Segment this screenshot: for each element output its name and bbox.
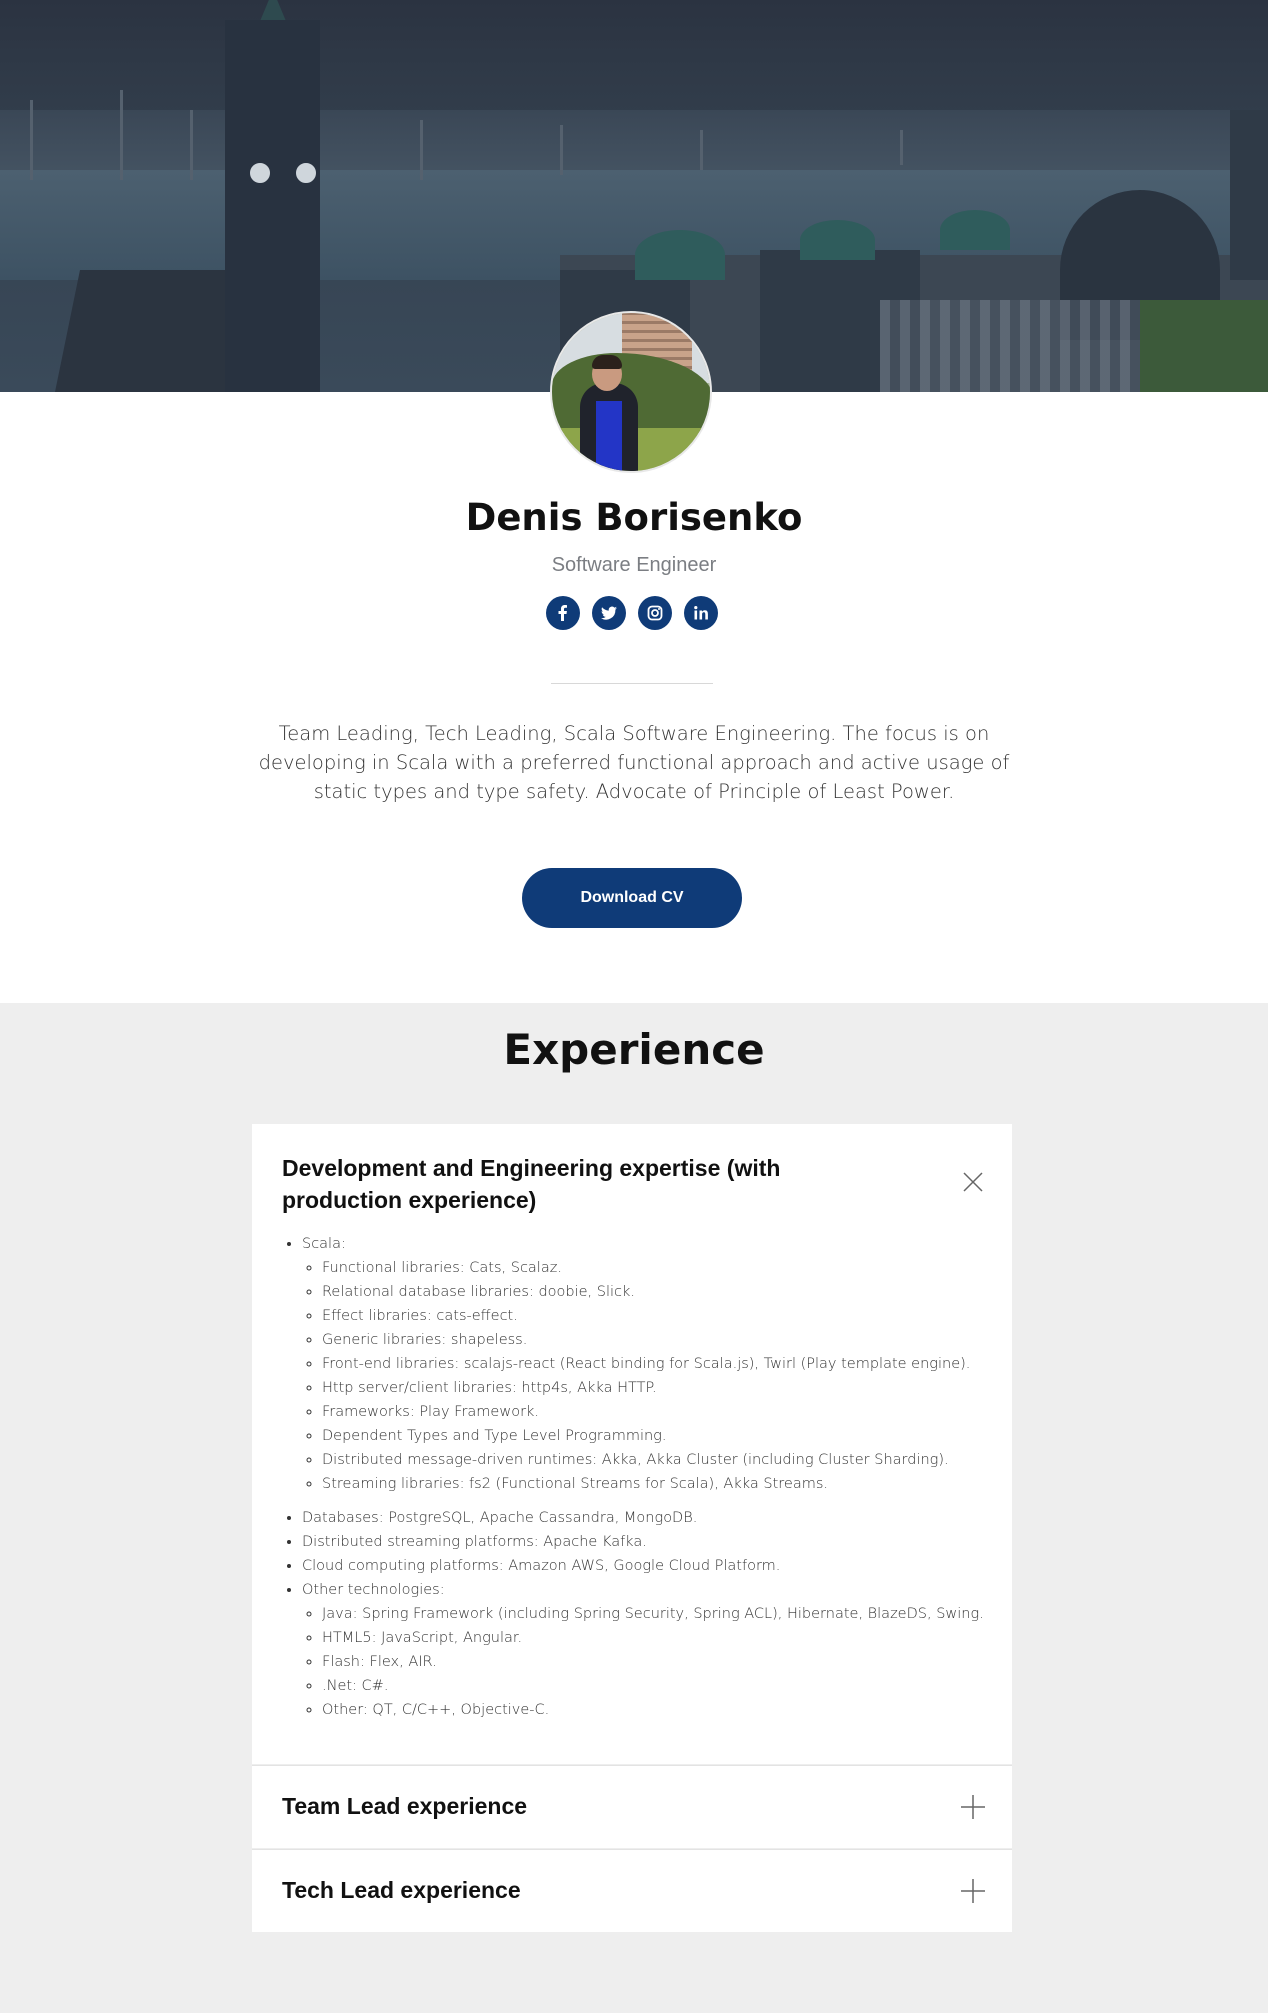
list-item: HTML5: JavaScript, Angular. <box>322 1626 1002 1650</box>
list-item: Relational database libraries: doobie, S… <box>322 1280 1002 1304</box>
accordion-title[interactable]: Team Lead experience <box>282 1793 527 1820</box>
profile-avatar <box>550 311 712 473</box>
list-item: Cloud computing platforms: Amazon AWS, G… <box>302 1554 1002 1578</box>
list-item: Generic libraries: shapeless. <box>322 1328 1002 1352</box>
instagram-icon[interactable] <box>638 596 672 630</box>
list-item: Scala: Functional libraries: Cats, Scala… <box>302 1232 1002 1496</box>
list-item: Http server/client libraries: http4s, Ak… <box>322 1376 1002 1400</box>
list-item: Other: QT, C/C++, Objective-C. <box>322 1698 1002 1722</box>
profile-title: Software Engineer <box>551 554 717 576</box>
download-cv-button[interactable]: Download CV <box>522 868 742 928</box>
plus-icon[interactable] <box>960 1794 986 1820</box>
close-icon[interactable] <box>960 1169 986 1195</box>
expertise-list: Scala: Functional libraries: Cats, Scala… <box>282 1232 1002 1732</box>
accordion-title[interactable]: Tech Lead experience <box>282 1877 521 1904</box>
list-item: Dependent Types and Type Level Programmi… <box>322 1424 1002 1448</box>
list-item: Flash: Flex, AIR. <box>322 1650 1002 1674</box>
list-item: Front-end libraries: scalajs-react (Reac… <box>322 1352 1002 1376</box>
list-item: Effect libraries: cats-effect. <box>322 1304 1002 1328</box>
list-item: Streaming libraries: fs2 (Functional Str… <box>322 1472 1002 1496</box>
twitter-icon[interactable] <box>592 596 626 630</box>
list-item: Distributed streaming platforms: Apache … <box>302 1530 1002 1554</box>
list-item: Functional libraries: Cats, Scalaz. <box>322 1256 1002 1280</box>
accordion-panel-development: Development and Engineering expertise (w… <box>252 1124 1012 1764</box>
social-links <box>546 596 722 630</box>
profile-name: Denis Borisenko <box>465 496 803 539</box>
accordion-panel-team-lead[interactable]: Team Lead experience <box>252 1765 1012 1848</box>
accordion-panel-tech-lead[interactable]: Tech Lead experience <box>252 1849 1012 1932</box>
list-item: Frameworks: Play Framework. <box>322 1400 1002 1424</box>
experience-heading: Experience <box>503 1025 765 1074</box>
list-item: .Net: C#. <box>322 1674 1002 1698</box>
linkedin-icon[interactable] <box>684 596 718 630</box>
profile-summary: Team Leading, Tech Leading, Scala Softwa… <box>258 722 1010 803</box>
facebook-icon[interactable] <box>546 596 580 630</box>
plus-icon[interactable] <box>960 1878 986 1904</box>
list-item: Other technologies: Java: Spring Framewo… <box>302 1578 1002 1722</box>
list-item: Java: Spring Framework (including Spring… <box>322 1602 1002 1626</box>
list-item: Databases: PostgreSQL, Apache Cassandra,… <box>302 1506 1002 1530</box>
section-divider <box>551 683 713 684</box>
accordion-title[interactable]: Development and Engineering expertise (w… <box>282 1152 902 1216</box>
list-item: Distributed message-driven runtimes: Akk… <box>322 1448 1002 1472</box>
